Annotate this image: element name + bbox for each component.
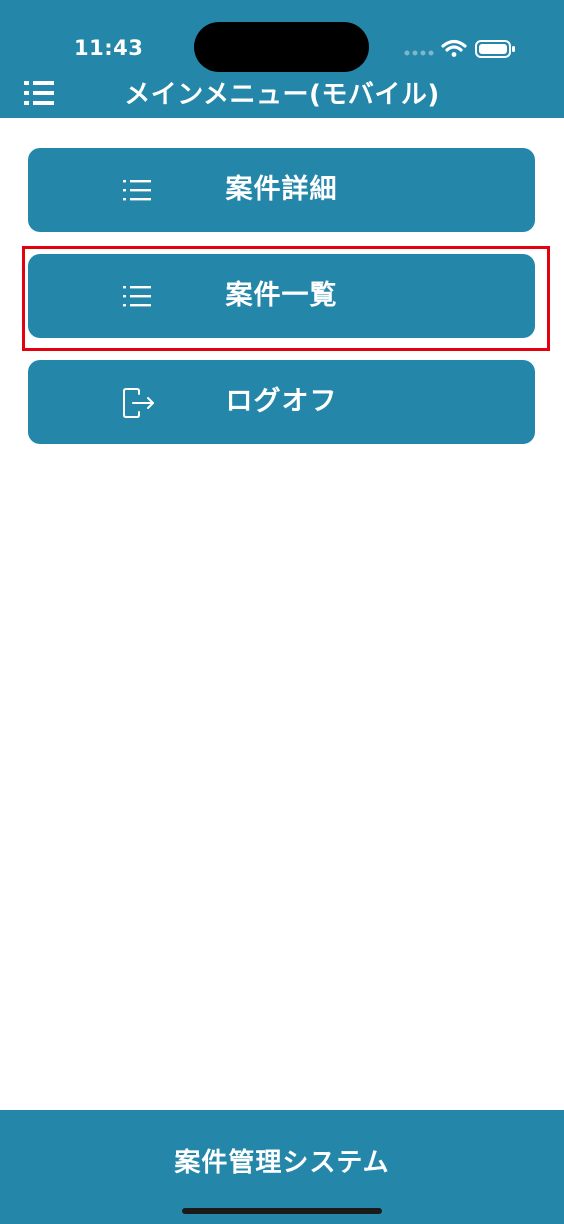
app-footer: 案件管理システム <box>0 1110 564 1224</box>
wifi-icon <box>441 39 467 57</box>
dynamic-island <box>194 22 369 72</box>
app-header: 11:43 メインメニュー(モバイル) <box>0 0 564 118</box>
cellular-signal-icon <box>404 50 434 56</box>
battery-icon <box>475 40 515 58</box>
menu-button-label: 案件一覧 <box>225 280 338 311</box>
home-indicator[interactable] <box>182 1208 382 1214</box>
menu-button-logoff[interactable]: ログオフ <box>28 360 535 444</box>
footer-title: 案件管理システム <box>174 1148 390 1178</box>
menu-button-case-detail[interactable]: 案件詳細 <box>28 148 535 232</box>
menu-button-label: ログオフ <box>225 386 338 417</box>
status-indicators <box>404 39 515 58</box>
menu-button-label: 案件詳細 <box>225 174 338 205</box>
status-time: 11:43 <box>74 36 144 60</box>
menu-button-case-list[interactable]: 案件一覧 <box>28 254 535 338</box>
page-title: メインメニュー(モバイル) <box>124 80 440 110</box>
